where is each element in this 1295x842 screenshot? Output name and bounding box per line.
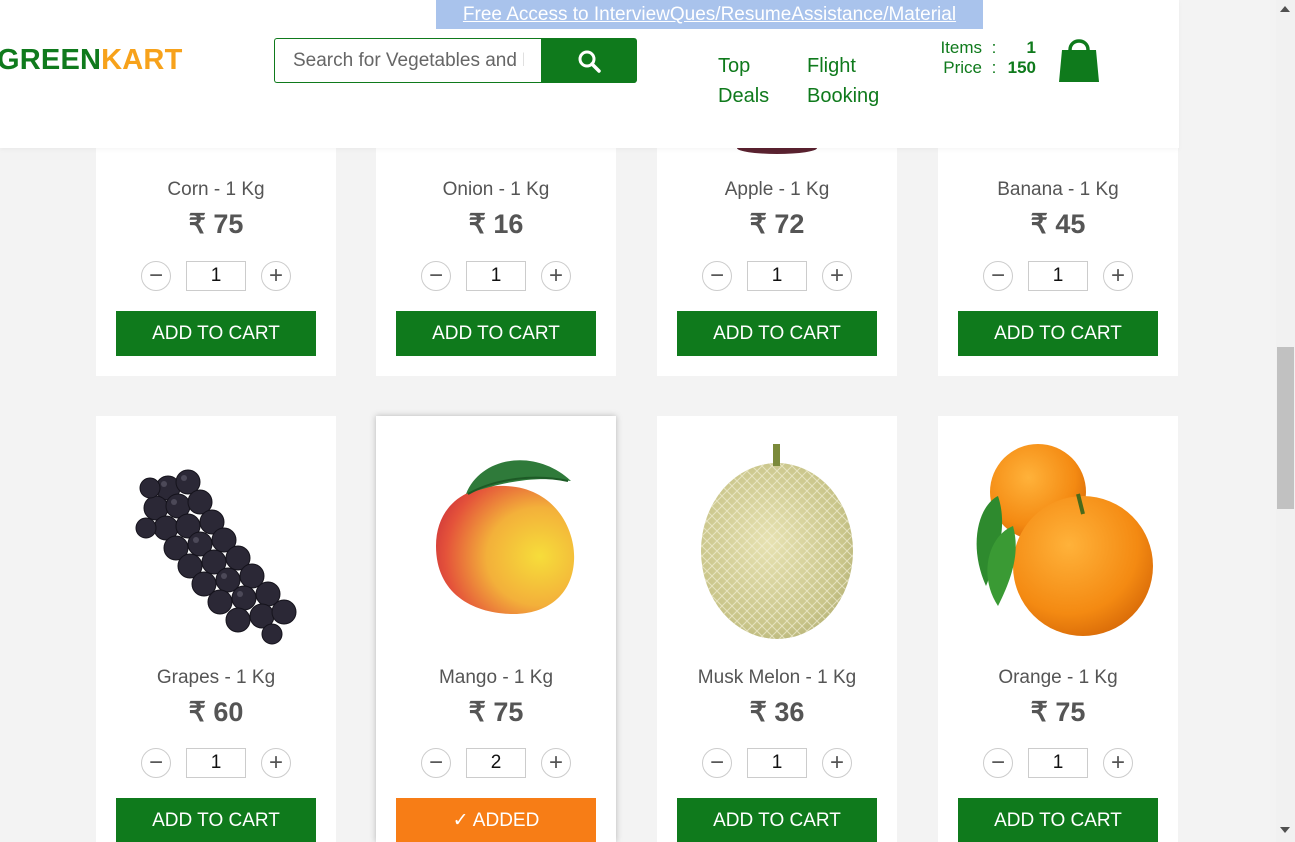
cart-items-separator: : — [991, 38, 997, 57]
decrement-button[interactable]: − — [983, 261, 1013, 291]
quantity-input[interactable] — [466, 748, 526, 778]
product-name: Mango - 1 Kg — [438, 667, 554, 688]
brand-green: GREEN — [0, 44, 102, 76]
decrement-button[interactable]: − — [421, 748, 451, 778]
quantity-stepper: − + — [938, 261, 1178, 291]
decrement-button[interactable]: − — [421, 261, 451, 291]
product-price: ₹ 60 — [188, 697, 244, 727]
increment-button[interactable]: + — [541, 261, 571, 291]
decrement-button[interactable]: − — [983, 748, 1013, 778]
product-name: Apple - 1 Kg — [724, 179, 830, 200]
decrement-button[interactable]: − — [702, 261, 732, 291]
add-to-cart-button[interactable]: ADD TO CART — [116, 311, 316, 356]
quantity-input[interactable] — [186, 748, 246, 778]
product-price: ₹ 72 — [749, 209, 805, 239]
quantity-input[interactable] — [747, 748, 807, 778]
decrement-button[interactable]: − — [141, 748, 171, 778]
nav-link-line: Deals — [718, 85, 770, 107]
product-price: ₹ 75 — [1030, 697, 1086, 727]
quantity-input[interactable] — [186, 261, 246, 291]
nav-link-line: Flight — [807, 55, 856, 77]
scroll-up-arrow-icon[interactable] — [1280, 6, 1290, 12]
increment-button[interactable]: + — [822, 261, 852, 291]
product-card-mango: Mango - 1 Kg ₹ 75 − + ✓ ADDED — [376, 416, 616, 842]
mango-image — [436, 460, 575, 614]
cart-items-value: 1 — [1026, 38, 1036, 57]
increment-button[interactable]: + — [1103, 261, 1133, 291]
add-to-cart-button[interactable]: ADD TO CART — [396, 311, 596, 356]
add-to-cart-button[interactable]: ADD TO CART — [116, 798, 316, 842]
musk-melon-image — [701, 444, 853, 639]
quantity-stepper: − + — [376, 748, 616, 778]
quantity-stepper: − + — [657, 261, 897, 291]
quantity-stepper: − + — [376, 261, 616, 291]
product-price: ₹ 45 — [1030, 209, 1086, 239]
scroll-thumb[interactable] — [1277, 347, 1294, 509]
increment-button[interactable]: + — [261, 261, 291, 291]
increment-button[interactable]: + — [541, 748, 571, 778]
decrement-button[interactable]: − — [141, 261, 171, 291]
product-card-musk-melon: Musk Melon - 1 Kg ₹ 36 − + ADD TO CART — [657, 416, 897, 842]
product-price: ₹ 75 — [468, 697, 524, 727]
add-to-cart-button[interactable]: ADD TO CART — [677, 311, 877, 356]
search-icon — [578, 50, 601, 73]
product-price: ₹ 36 — [749, 697, 805, 727]
product-name: Orange - 1 Kg — [998, 667, 1118, 688]
quantity-stepper: − + — [96, 261, 336, 291]
product-price: ₹ 16 — [468, 209, 524, 239]
quantity-input[interactable] — [747, 261, 807, 291]
page-scrollbar[interactable] — [1276, 0, 1295, 842]
increment-button[interactable]: + — [822, 748, 852, 778]
search-button[interactable] — [541, 38, 637, 83]
brand-logo[interactable]: GREENKART — [0, 44, 182, 77]
search-input[interactable] — [274, 38, 542, 83]
nav-link-line: Booking — [807, 85, 880, 107]
quantity-input[interactable] — [466, 261, 526, 291]
product-price: ₹ 75 — [188, 209, 244, 239]
add-to-cart-button[interactable]: ADD TO CART — [958, 311, 1158, 356]
product-name: Corn - 1 Kg — [167, 179, 265, 200]
quantity-stepper: − + — [657, 748, 897, 778]
product-name: Grapes - 1 Kg — [156, 667, 276, 688]
product-name: Banana - 1 Kg — [997, 179, 1119, 200]
cart-price-value: 150 — [1007, 58, 1036, 77]
quantity-input[interactable] — [1028, 748, 1088, 778]
scroll-down-arrow-icon[interactable] — [1280, 827, 1290, 833]
brand-orange: KART — [101, 44, 183, 76]
cart-bag-icon[interactable] — [1058, 36, 1100, 82]
orange-image — [976, 444, 1153, 636]
decrement-button[interactable]: − — [702, 748, 732, 778]
promo-link[interactable]: Free Access to InterviewQues/ResumeAssis… — [436, 0, 983, 29]
cart-price-label: Price — [943, 58, 982, 77]
grapes-image — [135, 469, 297, 645]
cart-price-row: Price : 150 — [918, 58, 1036, 78]
nav-link-line: Top — [718, 55, 751, 77]
product-name: Musk Melon - 1 Kg — [697, 667, 857, 688]
cart-summary: Items : 1 Price : 150 — [918, 38, 1036, 78]
product-card-grapes: Grapes - 1 Kg ₹ 60 − + ADD TO CART — [96, 416, 336, 842]
add-to-cart-button[interactable]: ADD TO CART — [677, 798, 877, 842]
quantity-input[interactable] — [1028, 261, 1088, 291]
nav-link-flight-booking[interactable]: Flight Booking — [807, 51, 879, 111]
increment-button[interactable]: + — [261, 748, 291, 778]
product-card-orange: Orange - 1 Kg ₹ 75 − + ADD TO CART — [938, 416, 1178, 842]
quantity-stepper: − + — [96, 748, 336, 778]
quantity-stepper: − + — [938, 748, 1178, 778]
increment-button[interactable]: + — [1103, 748, 1133, 778]
nav-link-top-deals[interactable]: Top Deals — [718, 51, 769, 111]
site-header: Free Access to InterviewQues/ResumeAssis… — [0, 0, 1179, 148]
cart-price-separator: : — [991, 58, 997, 77]
cart-items-label: Items — [940, 38, 982, 57]
product-name: Onion - 1 Kg — [442, 179, 550, 200]
added-button[interactable]: ✓ ADDED — [396, 798, 596, 842]
add-to-cart-button[interactable]: ADD TO CART — [958, 798, 1158, 842]
cart-items-row: Items : 1 — [918, 38, 1036, 58]
